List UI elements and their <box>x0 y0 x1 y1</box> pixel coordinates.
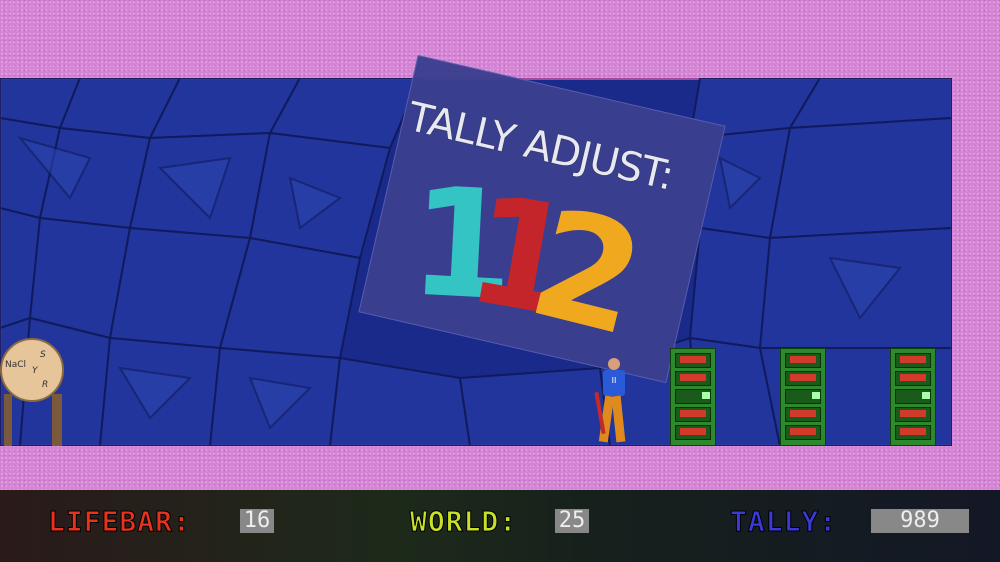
locker-slot <box>785 371 821 386</box>
machine-leg-right <box>52 394 62 446</box>
machine-label-y: Y <box>32 366 38 376</box>
lifebar-label: LIFEBAR: <box>48 505 191 539</box>
locker-slot <box>785 389 821 404</box>
locker-slot <box>895 353 931 368</box>
locker-slot <box>675 425 711 440</box>
machine-label-nacl: NaCl <box>5 360 27 370</box>
player-pants-right <box>611 395 626 443</box>
machine-dial: NaCl S Y R <box>0 338 64 402</box>
machine-label-r: R <box>42 380 49 390</box>
player-shirt: II <box>603 370 625 396</box>
locker-slot <box>675 389 711 404</box>
locker-slot <box>785 407 821 422</box>
locker-2 <box>780 348 826 446</box>
player-shirt-label: II <box>611 376 617 385</box>
locker-1 <box>670 348 716 446</box>
locker-slot <box>675 353 711 368</box>
locker-slot <box>675 371 711 386</box>
locker-slot <box>785 353 821 368</box>
locker-slot <box>895 407 931 422</box>
player-character: II <box>594 358 630 446</box>
machine-label-s: S <box>40 350 46 360</box>
machine-leg-left <box>4 394 12 446</box>
locker-slot <box>895 371 931 386</box>
player-head <box>608 358 620 370</box>
lifebar-value: 16 <box>240 509 274 533</box>
tally-label: TALLY: <box>729 505 838 539</box>
tally-value: 989 <box>871 509 969 533</box>
locker-slot <box>675 407 711 422</box>
world-value: 25 <box>555 509 589 533</box>
locker-3 <box>890 348 936 446</box>
game-scene: TALLY ADJUST: 1 1 2 NaCl S Y R II <box>0 0 1000 490</box>
locker-slot <box>785 425 821 440</box>
machine: NaCl S Y R <box>0 338 66 446</box>
locker-slot <box>895 389 931 404</box>
locker-slot <box>895 425 931 440</box>
world-label: WORLD: <box>409 505 518 539</box>
